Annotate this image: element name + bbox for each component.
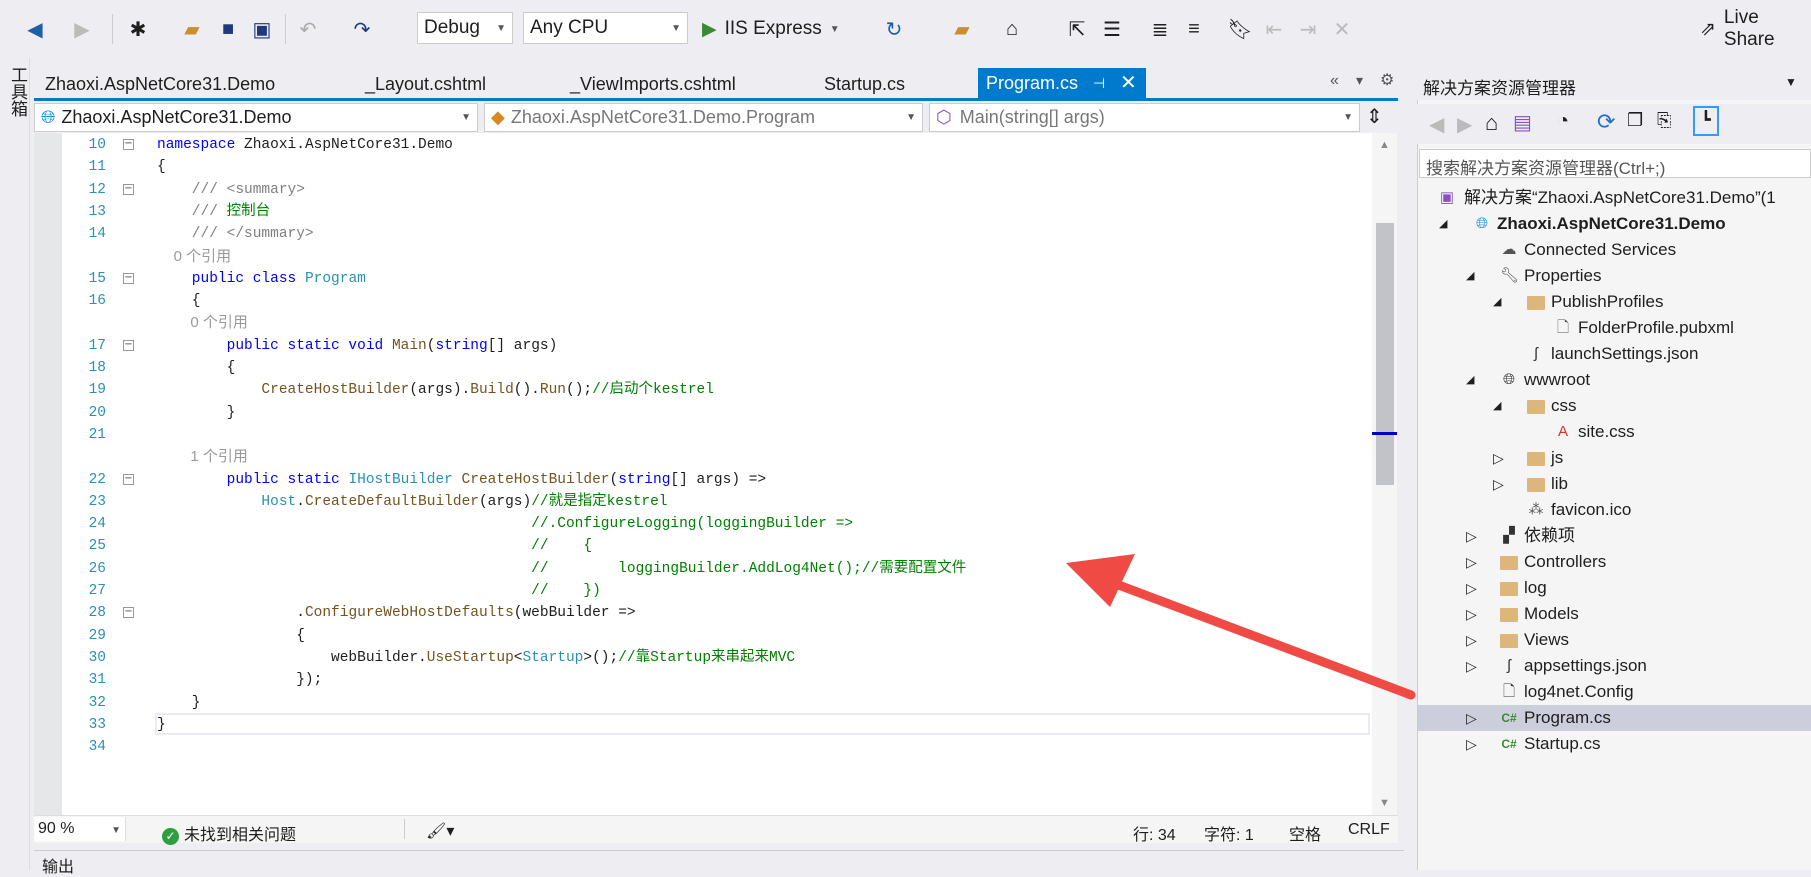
arrow-shaft	[1095, 573, 1416, 700]
arrow-head	[1066, 554, 1135, 607]
annotation-arrow	[1066, 554, 1416, 700]
